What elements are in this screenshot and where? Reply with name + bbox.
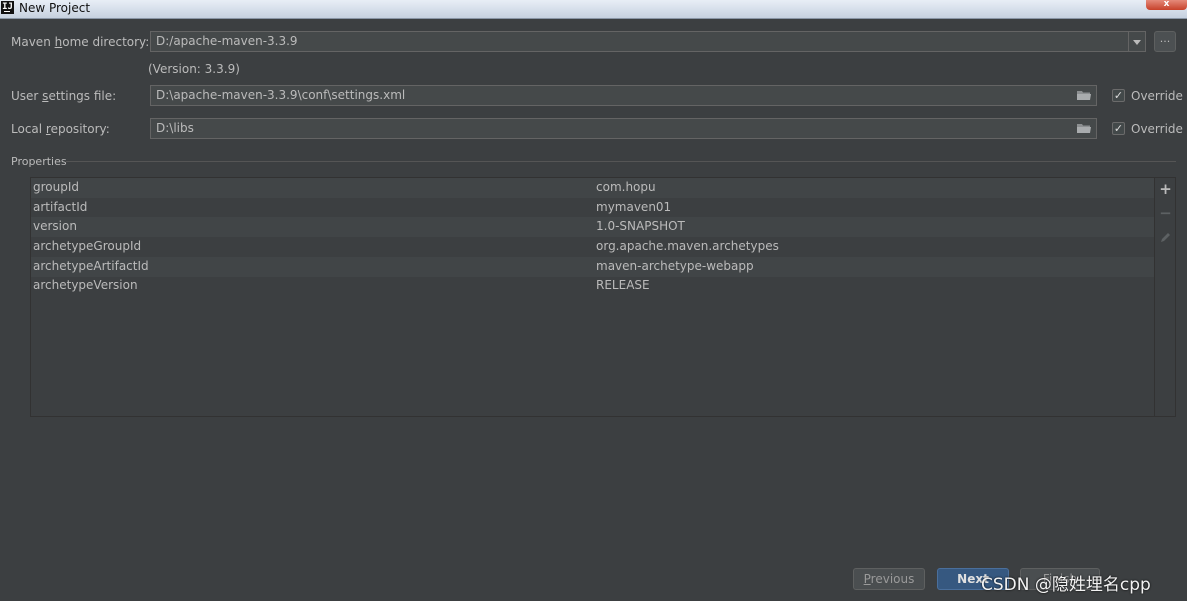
property-key: archetypeVersion	[33, 278, 138, 292]
remove-icon[interactable]: −	[1159, 206, 1172, 221]
maven-home-combobox[interactable]: D:/apache-maven-3.3.9	[150, 31, 1130, 52]
maven-version-note: (Version: 3.3.9)	[148, 62, 240, 76]
table-row[interactable]: archetypeArtifactId maven-archetype-weba…	[31, 257, 1154, 277]
folder-icon[interactable]	[1077, 90, 1091, 101]
local-repo-label: Local repository:	[11, 122, 110, 136]
intellij-app-icon: IJ	[1, 1, 14, 14]
title-bar: IJ New Project x	[0, 0, 1187, 19]
table-row[interactable]: version 1.0-SNAPSHOT	[31, 217, 1154, 237]
table-row[interactable]: artifactId mymaven01	[31, 198, 1154, 218]
edit-pencil-icon[interactable]	[1159, 231, 1172, 244]
maven-home-label: Maven home directory:	[11, 35, 150, 49]
property-key: artifactId	[33, 200, 88, 214]
property-key: archetypeGroupId	[33, 239, 142, 253]
local-repo-override-checkbox[interactable]: ✓	[1112, 122, 1125, 135]
property-key: groupId	[33, 180, 80, 194]
property-value: com.hopu	[596, 180, 656, 194]
previous-button[interactable]: Previous	[853, 568, 925, 590]
properties-table: groupId com.hopu artifactId mymaven01 ve…	[30, 177, 1176, 417]
properties-toolbar: + −	[1154, 178, 1176, 416]
property-value: mymaven01	[596, 200, 672, 214]
table-row[interactable]: groupId com.hopu	[31, 178, 1154, 198]
local-repo-override-label: Override	[1131, 122, 1183, 136]
section-divider	[66, 161, 1176, 162]
add-icon[interactable]: +	[1159, 182, 1172, 197]
user-settings-input[interactable]: D:\apache-maven-3.3.9\conf\settings.xml	[150, 85, 1097, 106]
user-settings-override-checkbox[interactable]: ✓	[1112, 89, 1125, 102]
property-key: version	[33, 219, 77, 233]
property-value: org.apache.maven.archetypes	[596, 239, 779, 253]
local-repo-input[interactable]: D:\libs	[150, 118, 1097, 139]
property-key: archetypeArtifactId	[33, 259, 149, 273]
property-value: RELEASE	[596, 278, 650, 292]
property-value: maven-archetype-webapp	[596, 259, 754, 273]
table-row[interactable]: archetypeGroupId org.apache.maven.archet…	[31, 237, 1154, 257]
user-settings-override-label: Override	[1131, 89, 1183, 103]
folder-icon[interactable]	[1077, 123, 1091, 134]
chevron-down-icon[interactable]	[1128, 31, 1146, 52]
watermark-text: CSDN @隐姓埋名cpp	[981, 575, 1151, 595]
maven-home-browse-button[interactable]: ...	[1154, 31, 1176, 52]
user-settings-label: User settings file:	[11, 89, 117, 103]
table-row[interactable]: archetypeVersion RELEASE	[31, 276, 1154, 296]
properties-section-label: Properties	[11, 155, 67, 168]
property-value: 1.0-SNAPSHOT	[596, 219, 685, 233]
window-close-button[interactable]: x	[1146, 0, 1187, 10]
window-title: New Project	[19, 1, 91, 15]
